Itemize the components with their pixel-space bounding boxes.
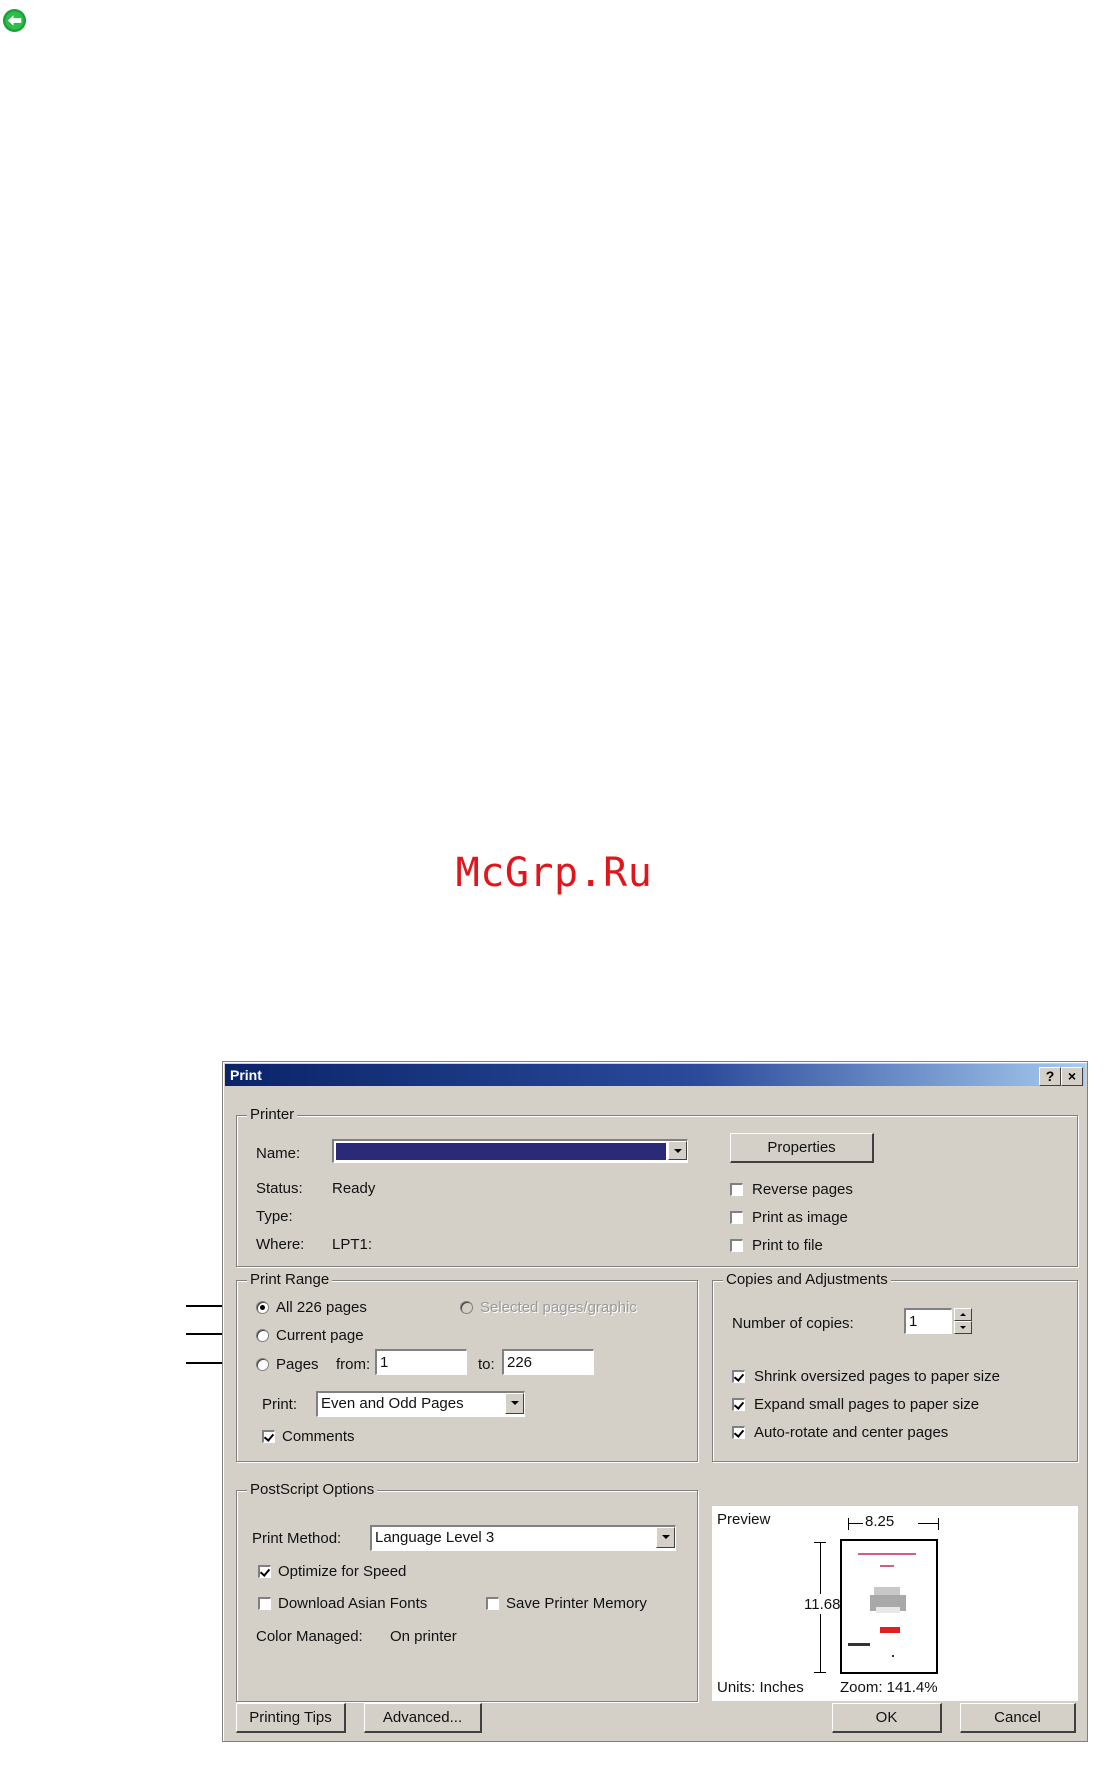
shrink-checkbox[interactable] bbox=[732, 1370, 745, 1383]
reverse-pages-label: Reverse pages bbox=[752, 1181, 853, 1198]
width-dim-line-left bbox=[849, 1523, 863, 1524]
copies-spinner[interactable] bbox=[954, 1308, 972, 1334]
ok-button[interactable]: OK bbox=[832, 1703, 942, 1733]
save-memory-label: Save Printer Memory bbox=[506, 1595, 647, 1612]
comments-label: Comments bbox=[282, 1428, 355, 1445]
chevron-down-icon[interactable] bbox=[668, 1141, 687, 1160]
current-page-radio[interactable] bbox=[256, 1329, 269, 1342]
close-button[interactable]: × bbox=[1061, 1067, 1083, 1086]
printer-name-highlight bbox=[336, 1143, 666, 1160]
thumb-page-dot bbox=[892, 1655, 894, 1657]
print-method-select[interactable]: Language Level 3 bbox=[370, 1525, 676, 1551]
where-label: Where: bbox=[256, 1236, 305, 1253]
pages-label: Pages bbox=[276, 1356, 319, 1373]
printer-name-select[interactable] bbox=[332, 1139, 688, 1163]
copies-value: 1 bbox=[909, 1313, 918, 1330]
preview-units: Units: Inches bbox=[717, 1679, 804, 1696]
comments-checkbox[interactable] bbox=[262, 1430, 275, 1443]
from-value: 1 bbox=[380, 1354, 389, 1371]
color-managed-label: Color Managed: bbox=[256, 1628, 363, 1645]
selected-pages-label: Selected pages/graphic bbox=[480, 1299, 637, 1316]
download-fonts-checkbox[interactable] bbox=[258, 1597, 271, 1610]
status-label: Status: bbox=[256, 1180, 303, 1197]
current-page-label: Current page bbox=[276, 1327, 364, 1344]
print-subset-value: Even and Odd Pages bbox=[321, 1395, 464, 1412]
optimize-checkbox[interactable] bbox=[258, 1565, 271, 1578]
from-label: from: bbox=[336, 1356, 371, 1373]
expand-checkbox[interactable] bbox=[732, 1398, 745, 1411]
where-value: LPT1: bbox=[332, 1236, 373, 1253]
status-value: Ready bbox=[332, 1180, 376, 1197]
color-managed-value: On printer bbox=[390, 1628, 457, 1645]
thumb-subheader-line bbox=[880, 1565, 894, 1567]
printing-tips-button[interactable]: Printing Tips bbox=[236, 1703, 346, 1733]
pages-radio[interactable] bbox=[256, 1358, 269, 1371]
print-subset-label: Print: bbox=[262, 1396, 298, 1413]
print-method-label: Print Method: bbox=[252, 1530, 342, 1547]
watermark: McGrp.Ru bbox=[455, 850, 653, 896]
print-range-group-title: Print Range bbox=[247, 1271, 333, 1288]
name-label: Name: bbox=[256, 1145, 301, 1162]
preview-panel: Preview 8.25 11.68 Units: Inches Zoom: 1… bbox=[712, 1506, 1078, 1701]
preview-height: 11.68 bbox=[804, 1596, 841, 1613]
to-value: 226 bbox=[507, 1354, 533, 1371]
width-dim-tick-right bbox=[938, 1518, 939, 1530]
autorotate-label: Auto-rotate and center pages bbox=[754, 1424, 949, 1441]
postscript-group-title: PostScript Options bbox=[247, 1481, 378, 1498]
spin-down-icon[interactable] bbox=[954, 1321, 972, 1334]
shrink-label: Shrink oversized pages to paper size bbox=[754, 1368, 1000, 1385]
title-bar: Print ? × bbox=[225, 1064, 1085, 1086]
back-arrow-icon[interactable] bbox=[2, 8, 27, 33]
advanced-button[interactable]: Advanced... bbox=[364, 1703, 482, 1733]
height-dim-line-top bbox=[820, 1542, 821, 1594]
save-memory-checkbox[interactable] bbox=[486, 1597, 499, 1610]
preview-zoom: Zoom: 141.4% bbox=[840, 1679, 938, 1696]
width-dim-tick-left bbox=[848, 1518, 849, 1530]
print-as-image-label: Print as image bbox=[752, 1209, 848, 1226]
autorotate-checkbox[interactable] bbox=[732, 1426, 745, 1439]
type-label: Type: bbox=[256, 1208, 293, 1225]
all-pages-label: All 226 pages bbox=[276, 1299, 367, 1316]
print-method-value: Language Level 3 bbox=[375, 1529, 495, 1546]
print-to-file-label: Print to file bbox=[752, 1237, 823, 1254]
from-field[interactable]: 1 bbox=[375, 1349, 467, 1375]
thumb-header-line bbox=[858, 1553, 916, 1555]
properties-button[interactable]: Properties bbox=[730, 1133, 874, 1163]
cancel-button[interactable]: Cancel bbox=[960, 1703, 1076, 1733]
selected-pages-radio[interactable] bbox=[460, 1301, 473, 1314]
download-fonts-label: Download Asian Fonts bbox=[278, 1595, 428, 1612]
page-thumbnail bbox=[840, 1539, 938, 1674]
print-to-file-checkbox[interactable] bbox=[730, 1239, 743, 1252]
expand-label: Expand small pages to paper size bbox=[754, 1396, 980, 1413]
thumb-red-mark bbox=[880, 1627, 900, 1633]
help-button[interactable]: ? bbox=[1039, 1067, 1061, 1086]
copies-label: Number of copies: bbox=[732, 1315, 854, 1332]
print-as-image-checkbox[interactable] bbox=[730, 1211, 743, 1224]
optimize-label: Optimize for Speed bbox=[278, 1563, 407, 1580]
printer-group-title: Printer bbox=[247, 1106, 298, 1123]
reverse-pages-checkbox[interactable] bbox=[730, 1183, 743, 1196]
dialog-title: Print bbox=[230, 1067, 262, 1083]
spin-up-icon[interactable] bbox=[954, 1308, 972, 1321]
thumb-footer-line bbox=[848, 1643, 870, 1646]
chevron-down-icon[interactable] bbox=[505, 1393, 524, 1414]
to-label: to: bbox=[478, 1356, 495, 1373]
all-pages-radio[interactable] bbox=[256, 1301, 269, 1314]
printer-image-icon bbox=[870, 1587, 906, 1613]
preview-label: Preview bbox=[717, 1511, 771, 1528]
print-subset-select[interactable]: Even and Odd Pages bbox=[316, 1391, 525, 1417]
chevron-down-icon[interactable] bbox=[656, 1527, 675, 1548]
copies-field[interactable]: 1 bbox=[904, 1308, 952, 1334]
copies-group-title: Copies and Adjustments bbox=[723, 1271, 891, 1288]
to-field[interactable]: 226 bbox=[502, 1349, 594, 1375]
height-dim-tick-bottom bbox=[814, 1672, 826, 1673]
width-dim-line-right bbox=[918, 1523, 938, 1524]
height-dim-tick-top bbox=[814, 1542, 826, 1543]
preview-width: 8.25 bbox=[865, 1513, 895, 1530]
height-dim-line-bottom bbox=[820, 1614, 821, 1672]
